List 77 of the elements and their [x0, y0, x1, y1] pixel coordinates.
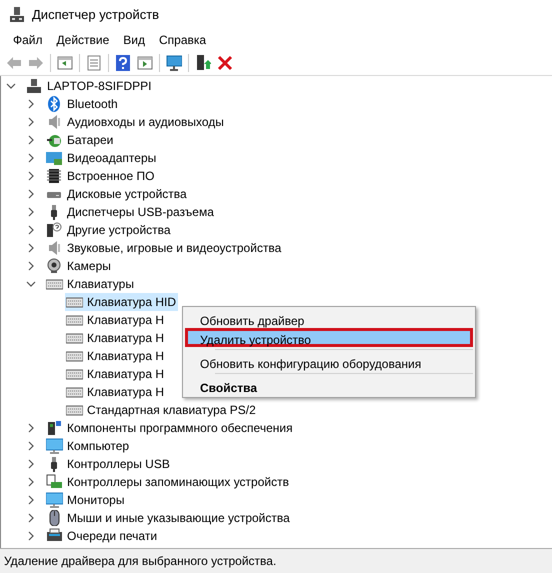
tree-item[interactable]: Компоненты программного обеспечения	[45, 419, 295, 437]
tree-item[interactable]: Встроенное ПО	[45, 167, 156, 185]
bluetooth-icon	[46, 96, 63, 112]
speaker-icon	[46, 240, 63, 256]
tree-item[interactable]: Батареи	[45, 131, 116, 149]
webcam-icon	[46, 258, 63, 274]
expand-chevron-icon[interactable]	[26, 99, 36, 109]
device-manager-icon	[10, 7, 24, 23]
expand-chevron-icon[interactable]	[26, 153, 36, 163]
monitor-scan-icon[interactable]	[166, 54, 182, 70]
collapse-chevron-icon[interactable]	[26, 279, 36, 289]
tree-item[interactable]: Контроллеры USB	[45, 455, 172, 473]
tree-item[interactable]: Клавиатура HID	[65, 293, 178, 311]
tree-item[interactable]: Очереди печати	[45, 527, 160, 545]
menu-item[interactable]: Действие	[50, 31, 116, 49]
tree-item[interactable]: Клавиатура H	[65, 311, 166, 329]
printer-icon	[46, 528, 63, 544]
expand-chevron-icon[interactable]	[26, 207, 36, 217]
expand-chevron-icon[interactable]	[26, 135, 36, 145]
unknown-device-icon	[46, 222, 63, 238]
monitor-icon	[46, 438, 63, 454]
tree-item[interactable]: Клавиатура H	[65, 347, 166, 365]
computer-icon	[26, 78, 43, 94]
expand-chevron-icon[interactable]	[26, 441, 36, 451]
help-icon[interactable]	[115, 54, 131, 70]
tree-item[interactable]: Клавиатура H	[65, 365, 166, 383]
tree-item[interactable]: Камеры	[45, 257, 113, 275]
expand-chevron-icon[interactable]	[26, 261, 36, 271]
menu-item[interactable]: Вид	[116, 31, 152, 49]
context-menu-item[interactable]: Свойства	[185, 376, 473, 395]
menu-item[interactable]: Справка	[152, 31, 214, 49]
expand-chevron-icon[interactable]	[26, 189, 36, 199]
tree-item[interactable]: Аудиовходы и аудиовыходы	[45, 113, 226, 131]
storage-controller-icon	[46, 474, 63, 490]
tree-item[interactable]: Bluetooth	[45, 95, 120, 113]
tree-item[interactable]: Мыши и иные указывающие устройства	[45, 509, 292, 527]
tree-item[interactable]: Компьютер	[45, 437, 132, 455]
chip-icon	[46, 168, 63, 184]
expand-chevron-icon[interactable]	[26, 117, 36, 127]
expand-chevron-icon[interactable]	[26, 513, 36, 523]
tree-item[interactable]: Диспетчеры USB-разъема	[45, 203, 216, 221]
expand-chevron-icon[interactable]	[26, 531, 36, 541]
expand-chevron-icon[interactable]	[26, 477, 36, 487]
tree-item[interactable]: Звуковые, игровые и видеоустройства	[45, 239, 284, 257]
tree-item[interactable]: Клавиатура H	[65, 383, 166, 401]
context-menu-item[interactable]: Обновить конфигурацию оборудования	[185, 352, 473, 371]
device-update-icon[interactable]	[195, 54, 211, 70]
speaker-icon	[46, 114, 63, 130]
tree-item[interactable]: Стандартная клавиатура PS/2	[65, 401, 258, 419]
expand-chevron-icon[interactable]	[26, 243, 36, 253]
list-window-icon[interactable]	[86, 54, 102, 70]
expand-chevron-icon[interactable]	[26, 495, 36, 505]
delete-icon[interactable]	[217, 54, 233, 70]
tree-item[interactable]: Другие устройства	[45, 221, 173, 239]
battery-icon	[46, 132, 63, 148]
status-text: Удаление драйвера для выбранного устройства.	[4, 553, 276, 570]
monitor-icon	[46, 492, 63, 508]
window-play-icon[interactable]	[137, 54, 153, 70]
expand-chevron-icon[interactable]	[26, 171, 36, 181]
display-adapter-icon	[46, 150, 63, 166]
context-menu-item[interactable]: Обновить драйвер	[185, 309, 473, 328]
tree-item[interactable]: Контроллеры запоминающих устройств	[45, 473, 291, 491]
collapse-chevron-icon[interactable]	[6, 81, 16, 91]
tree-item[interactable]: Видеоадаптеры	[45, 149, 158, 167]
menu-item[interactable]: Файл	[6, 31, 50, 49]
context-menu-item[interactable]: Удалить устройство	[185, 328, 473, 347]
expand-chevron-icon[interactable]	[26, 423, 36, 433]
tree-item[interactable]: Дисковые устройства	[45, 185, 189, 203]
tree-item[interactable]: Мониторы	[45, 491, 126, 509]
tree-item[interactable]: Клавиатура H	[65, 329, 166, 347]
tree-item[interactable]: LAPTOP-8SIFDPPI	[25, 77, 154, 95]
expand-chevron-icon[interactable]	[26, 459, 36, 469]
software-component-icon	[46, 420, 63, 436]
tree-item[interactable]: Клавиатуры	[45, 275, 136, 293]
window-title: Диспетчер устройств	[32, 6, 160, 24]
expand-chevron-icon[interactable]	[26, 225, 36, 235]
window-panel-icon[interactable]	[57, 54, 73, 70]
